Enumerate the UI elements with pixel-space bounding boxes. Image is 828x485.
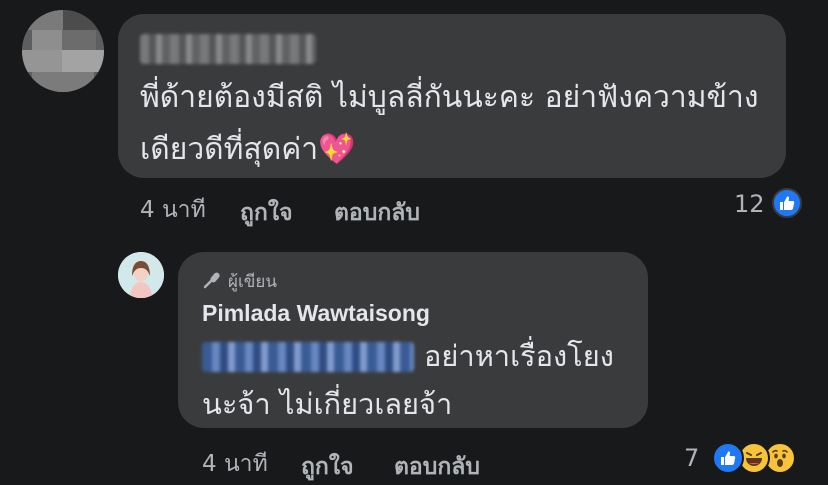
commenter-avatar-blurred[interactable] bbox=[22, 10, 104, 92]
microphone-icon bbox=[202, 270, 222, 294]
author-avatar[interactable] bbox=[118, 252, 164, 298]
reply-reaction-count[interactable]: 7 bbox=[684, 444, 699, 472]
reply-reply-button[interactable]: ตอบกลับ bbox=[394, 449, 480, 485]
reply-text-line2: นะจ้า ไม่เกี่ยวเลยจ้า bbox=[202, 387, 453, 421]
reply-timestamp[interactable]: 4 นาที bbox=[202, 446, 268, 482]
like-reaction-icon bbox=[712, 442, 744, 474]
commenter-name-blurred[interactable] bbox=[140, 34, 316, 64]
reply-like-button[interactable]: ถูกใจ bbox=[301, 449, 354, 485]
comment-timestamp[interactable]: 4 นาที bbox=[140, 192, 206, 228]
reply-author-name[interactable]: Pimlada Wawtaisong bbox=[202, 300, 430, 327]
reply-reactions[interactable] bbox=[712, 442, 796, 474]
reply-text-line1: อย่าหาเรื่องโยง bbox=[424, 339, 614, 373]
mentioned-user-blurred[interactable] bbox=[202, 342, 414, 372]
like-button[interactable]: ถูกใจ bbox=[240, 195, 293, 231]
author-badge: ผู้เขียน bbox=[202, 268, 277, 295]
author-badge-label: ผู้เขียน bbox=[228, 272, 277, 292]
like-reaction-icon[interactable] bbox=[772, 188, 802, 218]
comment-text: พี่ด้ายต้องมีสติ ไม่บูลลี่กันนะคะ อย่าฟั… bbox=[140, 80, 759, 167]
reply-button[interactable]: ตอบกลับ bbox=[334, 195, 420, 231]
reaction-count[interactable]: 12 bbox=[734, 190, 765, 218]
